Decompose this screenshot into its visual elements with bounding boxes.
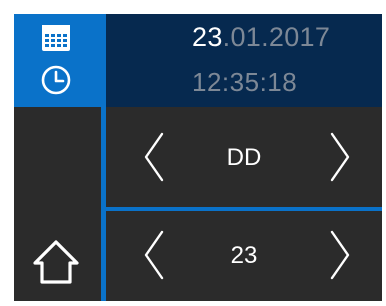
device-frame: 23.01.2017 12:35:18 DD 23 [0, 0, 386, 306]
field-selector-row: DD [106, 107, 382, 207]
datetime-header: 23.01.2017 12:35:18 [106, 14, 382, 107]
date-display: 23.01.2017 [192, 22, 330, 53]
time-display: 12:35:18 [192, 67, 298, 97]
display-screen: 23.01.2017 12:35:18 DD 23 [14, 14, 382, 301]
calendar-icon[interactable] [41, 24, 71, 52]
date-day-highlight: 23 [192, 22, 223, 52]
value-selector-row: 23 [106, 211, 382, 301]
date-remainder: .01.2017 [222, 22, 331, 52]
home-icon[interactable] [32, 238, 80, 286]
chevron-right-icon[interactable] [328, 229, 352, 281]
sidebar-active-section[interactable] [14, 14, 101, 107]
sidebar [14, 14, 101, 301]
clock-icon[interactable] [40, 64, 72, 96]
chevron-right-icon[interactable] [328, 131, 352, 183]
